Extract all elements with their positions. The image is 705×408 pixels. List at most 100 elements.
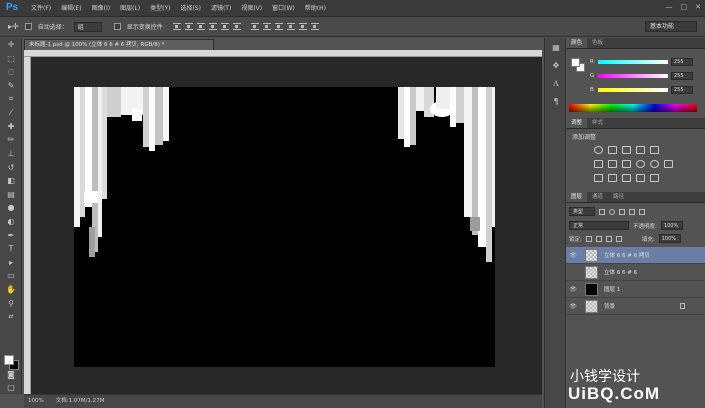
menu-edit[interactable]: 编辑(E): [56, 0, 86, 17]
eyedropper-tool-icon[interactable]: ⁄: [0, 106, 22, 120]
filter-type-icon[interactable]: [619, 208, 625, 215]
horizontal-ruler[interactable]: [24, 50, 542, 57]
filter-pixel-icon[interactable]: [599, 208, 605, 215]
color-balance-icon[interactable]: [608, 160, 617, 168]
channel-g-value[interactable]: 255: [671, 72, 693, 80]
align-right-icon[interactable]: [232, 23, 241, 30]
lasso-tool-icon[interactable]: ◌: [0, 65, 22, 79]
opacity-input[interactable]: 100%: [660, 221, 683, 230]
curves-icon[interactable]: [622, 146, 631, 154]
tab-adjustments[interactable]: 调整: [566, 118, 588, 128]
hue-saturation-icon[interactable]: [594, 160, 603, 168]
filter-shape-icon[interactable]: [629, 208, 635, 215]
posterize-icon[interactable]: [608, 174, 617, 182]
layer-row[interactable]: 👁 立体 6 6 # 6 拷贝: [566, 247, 705, 264]
hand-tool-icon[interactable]: ✋: [0, 283, 22, 297]
auto-select-dropdown[interactable]: 组: [73, 21, 102, 32]
workspace-dropdown[interactable]: 基本功能: [645, 21, 697, 32]
exposure-icon[interactable]: [636, 146, 645, 154]
tab-layers[interactable]: 图层: [566, 192, 588, 202]
quick-mask-icon[interactable]: ◙: [0, 368, 22, 382]
tab-styles[interactable]: 样式: [587, 118, 608, 128]
channel-b-slider[interactable]: [598, 88, 668, 92]
blend-mode-select[interactable]: 正常: [569, 221, 629, 230]
healing-brush-tool-icon[interactable]: ✚: [0, 120, 22, 134]
layer-row[interactable]: 立体 6 6 # 6: [566, 264, 705, 281]
history-brush-tool-icon[interactable]: ↺: [0, 160, 22, 174]
blur-tool-icon[interactable]: ●: [0, 201, 22, 215]
distribute-right-icon[interactable]: [310, 23, 319, 30]
menu-window[interactable]: 窗口(W): [267, 0, 300, 17]
move-tool-icon[interactable]: ▸✛: [8, 22, 19, 31]
menu-select[interactable]: 选择(S): [175, 0, 206, 17]
pen-tool-icon[interactable]: ✒: [0, 228, 22, 242]
path-select-tool-icon[interactable]: ▸: [0, 256, 22, 270]
photo-filter-icon[interactable]: [636, 160, 645, 168]
lock-image-icon[interactable]: [595, 235, 602, 242]
distribute-vcenter-icon[interactable]: [262, 23, 271, 30]
menu-view[interactable]: 视图(V): [236, 0, 267, 17]
quick-select-tool-icon[interactable]: ✎: [0, 79, 22, 93]
threshold-icon[interactable]: [622, 174, 631, 182]
tab-channels[interactable]: 通道: [587, 192, 608, 202]
close-icon[interactable]: ✕: [695, 3, 701, 11]
character-panel-icon[interactable]: A: [545, 74, 567, 92]
auto-select-checkbox[interactable]: [24, 23, 32, 30]
zoom-tool-icon[interactable]: ⚲: [0, 296, 22, 310]
menu-layer[interactable]: 图层(L): [115, 0, 145, 17]
history-panel-icon[interactable]: ▦: [545, 38, 567, 56]
brightness-icon[interactable]: [594, 146, 603, 154]
document-info[interactable]: 文档:1.07M/1.27M: [56, 395, 105, 408]
properties-panel-icon[interactable]: ✥: [545, 56, 567, 74]
dodge-tool-icon[interactable]: ◐: [0, 215, 22, 229]
align-vcenter-icon[interactable]: [184, 23, 193, 30]
clone-stamp-tool-icon[interactable]: ⊥: [0, 147, 22, 161]
menu-image[interactable]: 图像(I): [87, 0, 115, 17]
tab-swatches[interactable]: 色板: [587, 38, 608, 48]
screen-mode-icon[interactable]: ▢: [0, 381, 22, 395]
crop-tool-icon[interactable]: ⌗: [0, 92, 22, 106]
paragraph-panel-icon[interactable]: ¶: [545, 92, 567, 110]
menu-filter[interactable]: 滤镜(T): [206, 0, 236, 17]
vibrance-icon[interactable]: [650, 146, 659, 154]
gradient-tool-icon[interactable]: ▤: [0, 188, 22, 202]
lock-position-icon[interactable]: [605, 235, 612, 242]
align-hcenter-icon[interactable]: [220, 23, 229, 30]
zoom-level[interactable]: 100%: [28, 395, 44, 408]
gradient-map-icon[interactable]: [650, 174, 659, 182]
color-foreground-swatch[interactable]: [571, 58, 580, 67]
channel-mixer-icon[interactable]: [650, 160, 659, 168]
distribute-top-icon[interactable]: [250, 23, 259, 30]
tab-paths[interactable]: 路径: [608, 192, 629, 202]
color-lookup-icon[interactable]: [664, 160, 673, 168]
lock-all-icon[interactable]: [615, 235, 622, 242]
foreground-color-swatch[interactable]: [4, 355, 14, 365]
document-canvas[interactable]: [74, 87, 495, 367]
marquee-tool-icon[interactable]: ⬚: [0, 52, 22, 66]
show-transform-checkbox[interactable]: [113, 23, 121, 30]
selective-color-icon[interactable]: [636, 174, 645, 182]
layer-row[interactable]: 👁 背景: [566, 298, 705, 315]
eye-icon[interactable]: 👁: [566, 286, 580, 293]
channel-r-value[interactable]: 255: [671, 58, 693, 66]
menu-help[interactable]: 帮助(H): [300, 0, 331, 17]
vertical-ruler[interactable]: [24, 57, 31, 394]
minimize-icon[interactable]: —: [666, 3, 673, 11]
eye-icon[interactable]: 👁: [566, 252, 580, 259]
eye-icon[interactable]: 👁: [566, 303, 580, 310]
filter-adjustment-icon[interactable]: [609, 208, 615, 215]
align-left-icon[interactable]: [208, 23, 217, 30]
distribute-left-icon[interactable]: [286, 23, 295, 30]
brush-tool-icon[interactable]: ✏: [0, 133, 22, 147]
menu-file[interactable]: 文件(F): [26, 0, 56, 17]
distribute-hcenter-icon[interactable]: [298, 23, 307, 30]
channel-g-slider[interactable]: [598, 74, 668, 78]
move-tool-icon[interactable]: ✛: [0, 38, 22, 52]
shape-tool-icon[interactable]: ▭: [0, 269, 22, 283]
eraser-tool-icon[interactable]: ◧: [0, 174, 22, 188]
type-tool-icon[interactable]: T: [0, 242, 22, 256]
distribute-bottom-icon[interactable]: [274, 23, 283, 30]
maximize-icon[interactable]: □: [681, 3, 688, 11]
align-top-icon[interactable]: [172, 23, 181, 30]
layer-row[interactable]: 👁 图层 1: [566, 281, 705, 298]
